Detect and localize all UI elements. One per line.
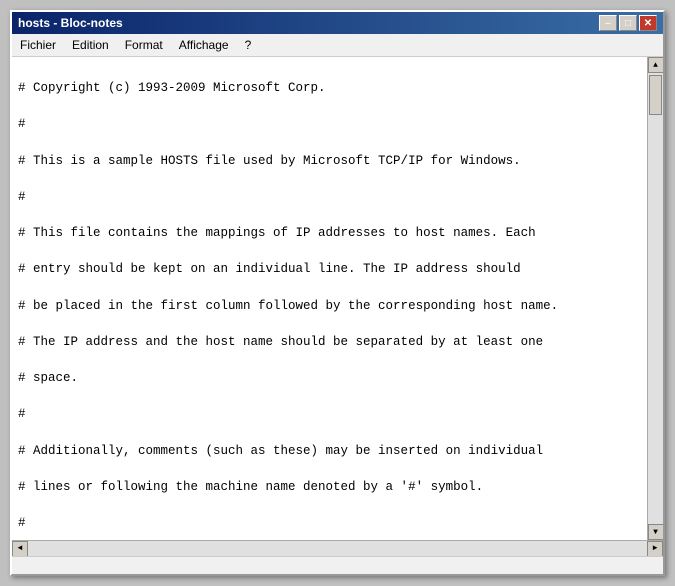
text-editor[interactable]: # Copyright (c) 1993-2009 Microsoft Corp…	[12, 57, 647, 540]
line-3: # This is a sample HOSTS file used by Mi…	[18, 152, 641, 170]
line-4: #	[18, 188, 641, 206]
title-bar: hosts - Bloc-notes – □ ✕	[12, 12, 663, 34]
horizontal-scrollbar[interactable]: ◄ ►	[12, 540, 663, 556]
bottom-area: ◄ ►	[12, 540, 663, 574]
minimize-button[interactable]: –	[599, 15, 617, 31]
maximize-button[interactable]: □	[619, 15, 637, 31]
main-window: hosts - Bloc-notes – □ ✕ Fichier Edition…	[10, 10, 665, 576]
scroll-track-h[interactable]	[28, 541, 647, 556]
line-6: # entry should be kept on an individual …	[18, 260, 641, 278]
scroll-right-arrow[interactable]: ►	[647, 541, 663, 557]
line-7: # be placed in the first column followed…	[18, 297, 641, 315]
content-area: # Copyright (c) 1993-2009 Microsoft Corp…	[12, 57, 663, 540]
title-bar-controls: – □ ✕	[599, 15, 657, 31]
line-13: #	[18, 514, 641, 532]
line-12: # lines or following the machine name de…	[18, 478, 641, 496]
menu-bar: Fichier Edition Format Affichage ?	[12, 34, 663, 57]
scroll-track-v[interactable]	[648, 73, 663, 524]
line-8: # The IP address and the host name shoul…	[18, 333, 641, 351]
scroll-left-arrow[interactable]: ◄	[12, 541, 28, 557]
menu-format[interactable]: Format	[117, 36, 171, 54]
line-9: # space.	[18, 369, 641, 387]
menu-help[interactable]: ?	[237, 36, 260, 54]
line-10: #	[18, 405, 641, 423]
vertical-scrollbar[interactable]: ▲ ▼	[647, 57, 663, 540]
status-bar	[12, 556, 663, 574]
menu-affichage[interactable]: Affichage	[171, 36, 237, 54]
scroll-up-arrow[interactable]: ▲	[648, 57, 664, 73]
window-title: hosts - Bloc-notes	[18, 16, 123, 30]
close-button[interactable]: ✕	[639, 15, 657, 31]
line-11: # Additionally, comments (such as these)…	[18, 442, 641, 460]
line-1: # Copyright (c) 1993-2009 Microsoft Corp…	[18, 79, 641, 97]
line-5: # This file contains the mappings of IP …	[18, 224, 641, 242]
scroll-thumb-v[interactable]	[649, 75, 662, 115]
menu-fichier[interactable]: Fichier	[12, 36, 64, 54]
line-2: #	[18, 115, 641, 133]
menu-edition[interactable]: Edition	[64, 36, 117, 54]
scroll-down-arrow[interactable]: ▼	[648, 524, 664, 540]
